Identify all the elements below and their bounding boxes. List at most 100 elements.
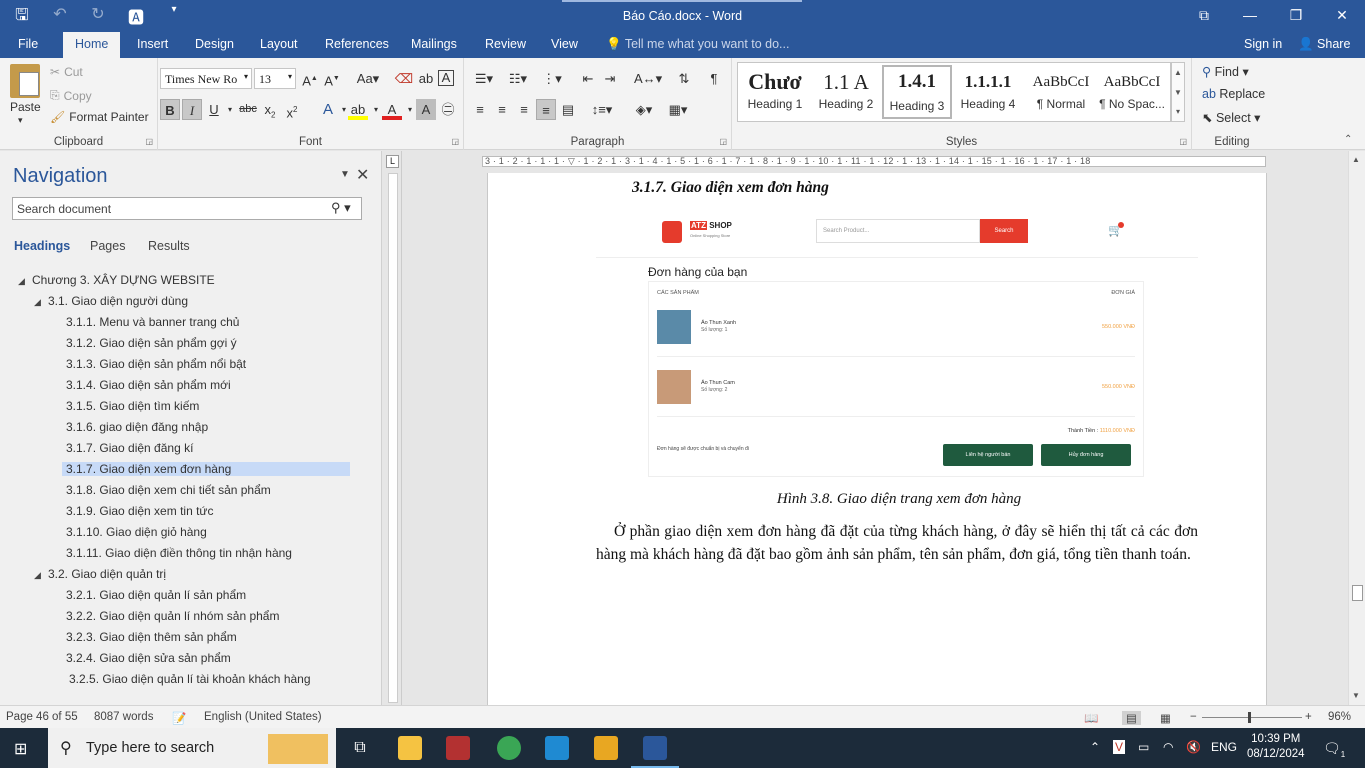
taskbar-clock[interactable]: 10:39 PM 08/12/2024 (1247, 732, 1305, 762)
distributed-icon[interactable]: ▤ (558, 99, 578, 120)
tell-me-box[interactable]: 💡 Tell me what you want to do... (606, 37, 789, 52)
highlight-icon[interactable]: ab (348, 99, 368, 120)
print-layout-icon[interactable]: ▤ (1122, 711, 1141, 725)
expand-triangle-icon[interactable]: ◢ (18, 276, 32, 287)
tab-design[interactable]: Design (195, 37, 234, 51)
sort-icon[interactable]: ⇅ (674, 68, 694, 89)
scroll-down-icon[interactable]: ▼ (1352, 691, 1360, 700)
nav-heading-item[interactable]: 3.2.2. Giao diện quản lí nhóm sản phẩm (66, 609, 279, 623)
tab-file[interactable]: File (18, 37, 38, 51)
document-heading[interactable]: 3.1.7. Giao diện xem đơn hàng (632, 179, 829, 197)
chevron-up-icon[interactable]: ⌃ (1090, 740, 1100, 754)
styles-launcher-icon[interactable]: ◲ (1179, 137, 1187, 146)
nav-heading-item[interactable]: ◢ Chương 3. XÂY DỰNG WEBSITE (18, 273, 215, 287)
cut-button[interactable]: ✂ Cut (50, 65, 83, 79)
subscript-button[interactable]: x2 (260, 99, 280, 120)
character-border-icon[interactable]: A (438, 70, 454, 86)
pilcrow-icon[interactable]: ¶ (704, 68, 724, 89)
style-normal[interactable]: AaBbCcI ¶ Normal (1026, 65, 1096, 119)
character-shading-icon[interactable]: A (416, 99, 436, 120)
chevron-up-icon[interactable]: ▲ (1172, 63, 1184, 83)
strikethrough-button[interactable]: abc (238, 99, 258, 120)
search-highlight-image[interactable] (268, 734, 328, 764)
paste-button[interactable]: Paste (10, 100, 41, 114)
nav-heading-item[interactable]: 3.2.1. Giao diện quản lí sản phẩm (66, 588, 246, 602)
collapse-ribbon-icon[interactable]: ⌃ (1344, 134, 1352, 145)
wifi-icon[interactable]: ◠ (1163, 740, 1173, 754)
nav-heading-item[interactable]: 3.1.7. Giao diện xem đơn hàng (62, 462, 350, 476)
styles-scroll[interactable]: ▲ ▼ ▾ (1171, 62, 1185, 122)
bold-button[interactable]: B (160, 99, 180, 120)
store-icon[interactable] (594, 736, 618, 760)
share-button[interactable]: 👤 Share (1298, 37, 1350, 52)
align-right-icon[interactable]: ≡ (514, 99, 534, 120)
nav-heading-item[interactable]: 3.1.4. Giao diện sản phẩm mới (66, 378, 231, 392)
numbering-icon[interactable]: ☷▾ (504, 68, 532, 89)
page-count[interactable]: Page 46 of 55 (6, 711, 78, 723)
notification-icon[interactable]: 🗨1 (1323, 740, 1345, 759)
underline-dropdown-icon[interactable]: ▾ (220, 99, 240, 120)
nav-heading-item[interactable]: 3.2.5. Giao diện quản lí tài khoản khách… (69, 672, 311, 686)
nav-heading-item[interactable]: 3.1.7. Giao diện đăng kí (66, 441, 193, 455)
web-layout-icon[interactable]: ▦ (1160, 711, 1171, 725)
paste-dropdown-icon[interactable]: ▾ (18, 115, 23, 126)
more-styles-icon[interactable]: ▾ (1172, 103, 1184, 121)
nav-heading-item[interactable]: 3.1.9. Giao diện xem tin tức (66, 504, 213, 518)
style-heading-4[interactable]: 1.1.1.1 Heading 4 (953, 65, 1023, 119)
zoom-level[interactable]: 96% (1328, 711, 1351, 723)
font-launcher-icon[interactable]: ◲ (451, 137, 459, 146)
figure-caption[interactable]: Hình 3.8. Giao diện trang xem đơn hàng (488, 491, 1266, 508)
language-indicator[interactable]: English (United States) (204, 711, 322, 723)
zoom-slider[interactable] (1202, 717, 1302, 718)
shading-icon[interactable]: ◈▾ (630, 99, 658, 120)
style-heading-1[interactable]: Chươ Heading 1 (740, 65, 810, 119)
italic-button[interactable]: I (182, 99, 202, 120)
nav-heading-item[interactable]: ◢ 3.1. Giao diện người dùng (34, 294, 188, 308)
nav-heading-item[interactable]: 3.1.8. Giao diện xem chi tiết sản phẩm (66, 483, 271, 497)
bullets-icon[interactable]: ☰▾ (470, 68, 498, 89)
file-explorer-icon[interactable] (398, 736, 422, 760)
font-size-box[interactable]: 13 ▾ (254, 68, 296, 89)
paste-icon[interactable] (10, 64, 40, 98)
justify-icon[interactable]: ≡ (536, 99, 556, 120)
pane-options-icon[interactable]: ▼ (340, 169, 350, 180)
close-icon[interactable]: ✕ (1319, 0, 1365, 32)
scroll-thumb[interactable] (1352, 585, 1363, 601)
tab-selector[interactable]: L (386, 155, 399, 168)
style-heading-2[interactable]: 1.1 A Heading 2 (811, 65, 881, 119)
vietkey-icon[interactable]: V (1113, 740, 1126, 754)
nav-heading-item[interactable]: ◢ 3.2. Giao diện quản trị (34, 567, 166, 581)
search-document-input[interactable]: Search document (12, 197, 362, 220)
font-name-box[interactable]: Times New Ro ▾ (160, 68, 252, 89)
restore-icon[interactable]: ❐ (1273, 0, 1319, 32)
tab-mailings[interactable]: Mailings (411, 37, 457, 51)
decrease-indent-icon[interactable]: ⇤ (578, 68, 598, 89)
embedded-screenshot[interactable]: ATZ SHOP Online Shopping Store Search Pr… (596, 209, 1198, 479)
word-count[interactable]: 8087 words (94, 711, 153, 723)
tab-home[interactable]: Home (63, 32, 121, 58)
nav-tab-pages[interactable]: Pages (90, 239, 125, 253)
select-button[interactable]: ⬉ Select ▾ (1202, 110, 1260, 125)
expand-triangle-icon[interactable]: ◢ (34, 297, 48, 308)
sign-in-link[interactable]: Sign in (1244, 37, 1282, 51)
vscode-icon[interactable] (545, 736, 569, 760)
borders-icon[interactable]: ▦▾ (664, 99, 692, 120)
volume-icon[interactable]: 🔇 (1186, 740, 1201, 754)
shrink-font-icon[interactable]: A▼ (322, 68, 342, 89)
tab-layout[interactable]: Layout (260, 37, 298, 51)
windows-start-icon[interactable]: ⊞ (14, 739, 27, 759)
chevron-down-icon[interactable]: ▼ (1172, 83, 1184, 103)
vertical-scrollbar[interactable]: ▲ ▼ (1348, 151, 1365, 705)
nav-heading-item[interactable]: 3.1.1. Menu và banner trang chủ (66, 315, 239, 329)
clear-formatting-icon[interactable]: ⌫ (394, 68, 414, 89)
zoom-out-icon[interactable]: − (1190, 711, 1197, 723)
format-painter-button[interactable]: 🖌 Format Painter (50, 110, 149, 124)
read-mode-icon[interactable]: 📖 (1084, 711, 1098, 725)
copy-button[interactable]: ⎘ Copy (50, 88, 92, 103)
grow-font-icon[interactable]: A▲ (300, 68, 320, 89)
app-icon[interactable] (446, 736, 470, 760)
enclose-characters-icon[interactable]: ㊁ (438, 99, 458, 120)
superscript-button[interactable]: x2 (282, 99, 302, 120)
nav-heading-item[interactable]: 3.2.3. Giao diện thêm sản phẩm (66, 630, 237, 644)
line-spacing-icon[interactable]: ↕≡▾ (588, 99, 616, 120)
